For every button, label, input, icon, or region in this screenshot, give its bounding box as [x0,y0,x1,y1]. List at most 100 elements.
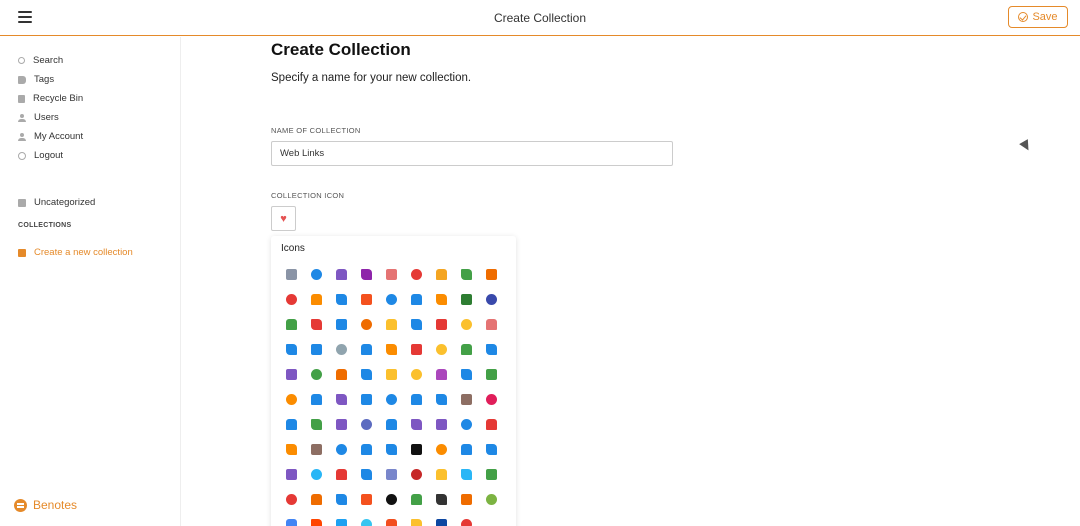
icon-option[interactable] [304,412,329,437]
icon-option[interactable] [479,412,504,437]
icon-option[interactable] [404,437,429,462]
icon-option[interactable] [329,262,354,287]
icon-option[interactable] [379,462,404,487]
icon-option[interactable] [354,262,379,287]
icon-option[interactable] [279,337,304,362]
icon-option[interactable] [404,412,429,437]
icon-option[interactable] [479,387,504,412]
icon-option[interactable] [454,462,479,487]
icon-option[interactable] [354,487,379,512]
icon-option[interactable] [429,287,454,312]
icon-option[interactable] [429,412,454,437]
icon-option[interactable] [304,337,329,362]
icon-option[interactable] [404,287,429,312]
icon-option[interactable] [354,312,379,337]
icon-option[interactable] [379,362,404,387]
icon-option[interactable] [379,512,404,526]
icon-option[interactable] [304,462,329,487]
icon-option[interactable] [354,462,379,487]
icon-option[interactable] [429,512,454,526]
icon-option[interactable] [454,262,479,287]
icon-option[interactable] [454,412,479,437]
icon-option[interactable] [379,437,404,462]
icon-option[interactable] [429,262,454,287]
collection-name-input[interactable] [271,141,673,166]
icon-option[interactable] [354,412,379,437]
icon-option[interactable] [379,312,404,337]
icon-option[interactable] [329,462,354,487]
icon-option[interactable] [454,512,479,526]
icon-option[interactable] [304,512,329,526]
icon-option[interactable] [479,287,504,312]
icon-option[interactable] [304,487,329,512]
icon-option[interactable] [279,287,304,312]
icon-option[interactable] [304,387,329,412]
brand[interactable]: Benotes [14,498,77,512]
sidebar-item-logout[interactable]: Logout [18,150,63,161]
icon-option[interactable] [404,337,429,362]
icon-option[interactable] [279,412,304,437]
icon-option[interactable] [454,487,479,512]
icon-option[interactable] [404,512,429,526]
icon-option[interactable] [379,487,404,512]
icon-option[interactable] [479,512,504,526]
icon-option[interactable] [404,362,429,387]
icon-option[interactable] [404,487,429,512]
icon-option[interactable] [329,437,354,462]
icon-option[interactable] [329,487,354,512]
icon-option[interactable] [279,312,304,337]
icon-option[interactable] [379,287,404,312]
sidebar-item-tags[interactable]: Tags [18,74,54,85]
collection-icon-selector[interactable]: ♥ [271,206,296,231]
icon-option[interactable] [429,362,454,387]
icon-option[interactable] [454,312,479,337]
icon-option[interactable] [329,312,354,337]
create-collection-link[interactable]: Create a new collection [18,247,133,258]
icon-option[interactable] [479,462,504,487]
sidebar-item-my-account[interactable]: My Account [18,131,83,142]
icon-option[interactable] [329,287,354,312]
icon-option[interactable] [279,437,304,462]
icon-option[interactable] [454,387,479,412]
icon-option[interactable] [329,512,354,526]
sidebar-item-search[interactable]: Search [18,55,63,66]
icon-option[interactable] [479,262,504,287]
icon-option[interactable] [404,462,429,487]
icon-option[interactable] [279,362,304,387]
icon-option[interactable] [354,437,379,462]
icon-option[interactable] [304,312,329,337]
icon-option[interactable] [279,387,304,412]
icon-option[interactable] [454,287,479,312]
icon-option[interactable] [404,312,429,337]
icon-option[interactable] [454,362,479,387]
icon-option[interactable] [379,387,404,412]
icon-option[interactable] [329,362,354,387]
icon-option[interactable] [304,362,329,387]
icon-option[interactable] [429,437,454,462]
icon-option[interactable] [279,487,304,512]
icon-option[interactable] [304,262,329,287]
save-button[interactable]: Save [1008,6,1068,28]
icon-option[interactable] [454,337,479,362]
icon-option[interactable] [279,462,304,487]
icon-option[interactable] [279,512,304,526]
icon-option[interactable] [429,312,454,337]
icon-option[interactable] [304,287,329,312]
icon-option[interactable] [429,387,454,412]
icon-option[interactable] [329,412,354,437]
icon-option[interactable] [479,362,504,387]
icon-option[interactable] [329,337,354,362]
icon-option[interactable] [454,437,479,462]
icon-option[interactable] [379,262,404,287]
icon-option[interactable] [354,337,379,362]
icon-option[interactable] [429,487,454,512]
icon-option[interactable] [479,487,504,512]
icon-option[interactable] [354,387,379,412]
sidebar-item-recycle-bin[interactable]: Recycle Bin [18,93,83,104]
icon-option[interactable] [379,337,404,362]
icon-option[interactable] [479,312,504,337]
icon-option[interactable] [329,387,354,412]
icon-option[interactable] [479,437,504,462]
sidebar-item-uncategorized[interactable]: Uncategorized [18,197,95,208]
sidebar-item-users[interactable]: Users [18,112,59,123]
